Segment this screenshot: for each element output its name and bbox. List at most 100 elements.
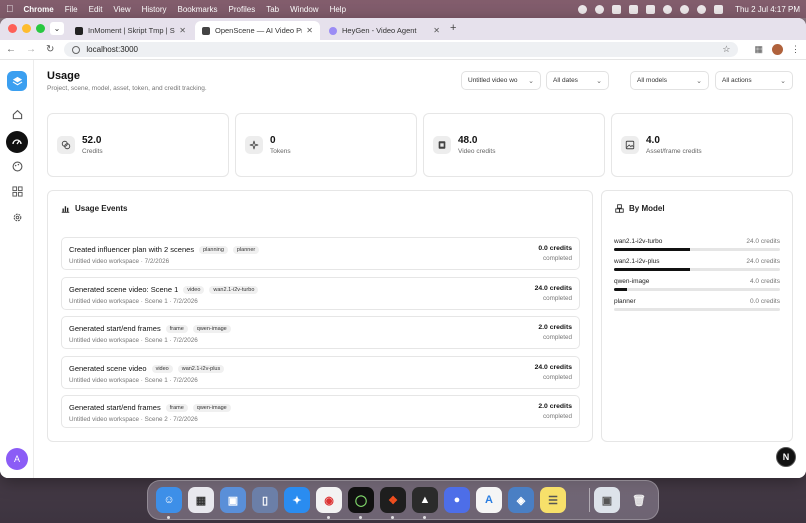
battery-icon[interactable]: [646, 4, 656, 14]
tab-heygen[interactable]: HeyGen - Video Agent ✕: [322, 21, 447, 40]
tab-inmoment[interactable]: InMoment | Skript Tmp | Supa ✕: [68, 21, 193, 40]
running-indicator: [167, 516, 170, 519]
app-icon[interactable]: ▣: [220, 487, 246, 513]
app-icon[interactable]: ●: [444, 487, 470, 513]
menu-window[interactable]: Window: [290, 5, 318, 14]
focus-icon[interactable]: [697, 4, 707, 14]
browser-window: ⌄ InMoment | Skript Tmp | Supa ✕ OpenSce…: [0, 18, 806, 478]
grid-icon[interactable]: [11, 185, 23, 197]
bookmark-star-icon[interactable]: ☆: [722, 44, 730, 55]
tray-icon[interactable]: [578, 4, 588, 14]
wifi-icon[interactable]: [663, 4, 673, 14]
profile-avatar[interactable]: [772, 44, 783, 55]
chevron-down-icon: ⌄: [528, 77, 534, 85]
actions-select[interactable]: All actions ⌄: [715, 71, 793, 90]
running-indicator: [391, 516, 394, 519]
usage-event-row[interactable]: Generated start/end frames frame qwen-imag…: [61, 316, 580, 349]
menu-view[interactable]: View: [113, 5, 130, 14]
site-info-icon[interactable]: [72, 45, 81, 54]
menu-bookmarks[interactable]: Bookmarks: [178, 5, 218, 14]
event-tag: wan2.1-i2v-turbo: [209, 285, 259, 294]
select-value: All actions: [722, 77, 752, 84]
close-tab-icon[interactable]: ✕: [433, 26, 440, 35]
tray-icon[interactable]: [595, 4, 605, 14]
next-dev-tools-button[interactable]: N: [776, 447, 796, 467]
panel-title: By Model: [615, 204, 665, 213]
model-share-bar: [614, 248, 780, 251]
window-controls: [8, 24, 45, 33]
trash-icon[interactable]: 🗑: [626, 487, 652, 513]
gauge-icon[interactable]: [6, 131, 28, 153]
safari-icon[interactable]: ✦: [284, 487, 310, 513]
home-icon[interactable]: [11, 108, 23, 120]
close-window-button[interactable]: [8, 24, 17, 33]
workspace-select[interactable]: Untitled video wo ⌄: [461, 71, 541, 90]
new-tab-icon[interactable]: +: [450, 22, 456, 34]
usage-event-row[interactable]: Created influencer plan with 2 scenes pla…: [61, 237, 580, 270]
usage-event-row[interactable]: Generated start/end frames frame qwen-imag…: [61, 395, 580, 428]
figma-icon[interactable]: ❖: [380, 487, 406, 513]
cursor-icon[interactable]: ▲: [412, 487, 438, 513]
extensions-icon[interactable]: ▦: [754, 44, 763, 55]
control-center-icon[interactable]: [714, 4, 724, 14]
reload-icon[interactable]: ↻: [46, 44, 54, 55]
menu-app-name[interactable]: Chrome: [24, 5, 54, 14]
app-store-icon[interactable]: A: [476, 487, 502, 513]
menu-help[interactable]: Help: [330, 5, 346, 14]
dates-select[interactable]: All dates ⌄: [546, 71, 609, 90]
event-tag: wan2.1-i2v-plus: [177, 364, 225, 373]
favicon-icon: [329, 26, 337, 35]
tab-search-chevron-icon[interactable]: ⌄: [50, 22, 64, 35]
model-share-fill: [614, 268, 691, 271]
event-meta: Untitled video workspace · Scene 2 · 7/2…: [69, 416, 198, 423]
event-status: completed: [542, 255, 572, 262]
menu-history[interactable]: History: [142, 5, 167, 14]
finder-icon[interactable]: ☺: [156, 487, 182, 513]
zoom-window-button[interactable]: [36, 24, 45, 33]
running-indicator: [327, 516, 330, 519]
event-title: Generated start/end frames: [69, 324, 161, 333]
usage-event-row[interactable]: Generated scene video video wan2.1-i2v-plu…: [61, 356, 580, 389]
app-icon[interactable]: ◈: [508, 487, 534, 513]
event-meta: Untitled video workspace · 7/2/2026: [69, 258, 170, 265]
menu-edit[interactable]: Edit: [89, 5, 103, 14]
tray-icon[interactable]: [629, 4, 639, 14]
models-select[interactable]: All models ⌄: [630, 71, 709, 90]
kebab-menu-icon[interactable]: ⋮: [791, 44, 800, 55]
url-text: localhost:3000: [86, 45, 138, 54]
model-name: qwen-image: [614, 278, 650, 285]
close-tab-icon[interactable]: ✕: [306, 26, 313, 35]
notes-icon[interactable]: ☰: [540, 487, 566, 513]
menu-file[interactable]: File: [65, 5, 78, 14]
url-field[interactable]: localhost:3000 ☆: [64, 42, 739, 57]
tab-openscene[interactable]: OpenScene — AI Video Produ ✕: [195, 21, 320, 40]
layers-icon[interactable]: [7, 71, 27, 91]
app-icon[interactable]: ▣: [594, 487, 620, 513]
launchpad-icon[interactable]: ▦: [188, 487, 214, 513]
apple-icon[interactable]: : [6, 4, 14, 15]
menubar-clock[interactable]: Thu 2 Jul 4:17 PM: [735, 5, 800, 14]
by-model-panel: By Model wan2.1-i2v-turbo 24.0 credits w…: [601, 190, 793, 442]
model-row: wan2.1-i2v-turbo 24.0 credits: [614, 238, 780, 258]
minimize-window-button[interactable]: [22, 24, 31, 33]
event-meta: Untitled video workspace · Scene 1 · 7/2…: [69, 377, 198, 384]
close-tab-icon[interactable]: ✕: [179, 26, 186, 35]
forward-icon[interactable]: →: [26, 44, 36, 55]
tray-icon[interactable]: [612, 4, 622, 14]
model-name: wan2.1-i2v-plus: [614, 258, 660, 265]
menu-tab[interactable]: Tab: [266, 5, 279, 14]
gear-icon[interactable]: [11, 211, 23, 223]
back-icon[interactable]: ←: [6, 44, 16, 55]
menu-profiles[interactable]: Profiles: [229, 5, 256, 14]
app-icon[interactable]: ▯: [252, 487, 278, 513]
event-tag: frame: [165, 403, 188, 412]
stat-value: 4.0: [646, 135, 660, 146]
usage-event-row[interactable]: Generated scene video: Scene 1 video wan2.…: [61, 277, 580, 310]
search-icon[interactable]: [680, 4, 690, 14]
palette-icon[interactable]: [11, 160, 23, 172]
event-tag: planning: [199, 245, 228, 254]
activity-icon[interactable]: ◯: [348, 487, 374, 513]
chrome-icon[interactable]: ◉: [316, 487, 342, 513]
main-content: Usage Project, scene, model, asset, toke…: [35, 60, 806, 478]
user-avatar[interactable]: A: [6, 448, 28, 470]
